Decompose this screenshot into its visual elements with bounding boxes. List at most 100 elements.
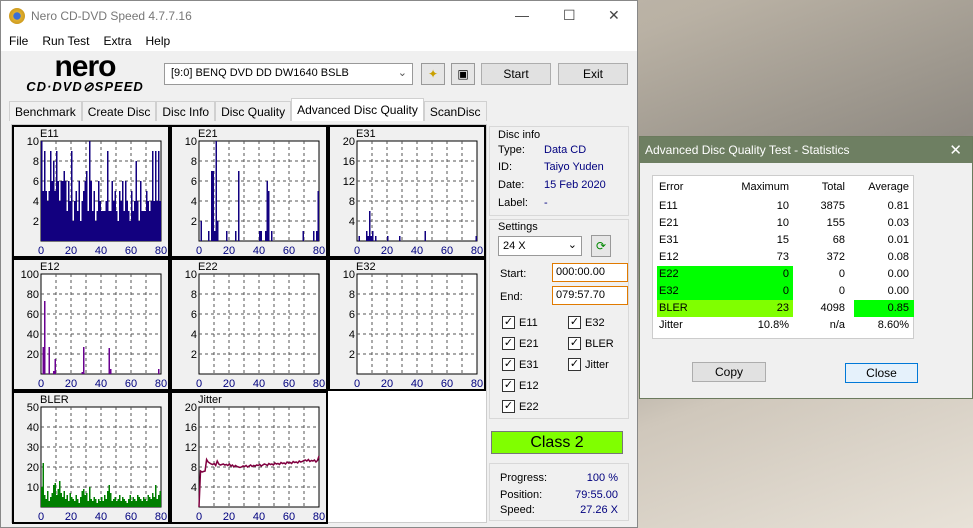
- tab-benchmark[interactable]: Benchmark: [9, 101, 82, 121]
- bar: [99, 201, 101, 241]
- start-field[interactable]: 000:00.00: [552, 263, 628, 282]
- checkbox-box: ✓: [568, 358, 581, 371]
- tab-create-disc[interactable]: Create Disc: [81, 101, 157, 121]
- bar: [93, 497, 95, 507]
- x-tick-label: 60: [441, 245, 453, 257]
- y-tick-label: 10: [185, 269, 197, 281]
- date-label: Date:: [498, 179, 525, 191]
- bar: [113, 499, 115, 507]
- bar: [217, 221, 219, 241]
- table-row: E31 15 68 0.01: [653, 232, 915, 249]
- bar: [108, 211, 110, 241]
- bar: [95, 221, 97, 241]
- bar: [86, 171, 88, 241]
- bar: [56, 495, 58, 507]
- close-dialog-button[interactable]: Close: [845, 363, 918, 383]
- table-cell: 73: [776, 251, 789, 263]
- y-tick-label: 60: [27, 309, 39, 321]
- position-value: 79:55.00: [575, 489, 618, 501]
- column-header: Error: [659, 181, 684, 193]
- bar: [159, 201, 161, 241]
- save-icon[interactable]: ▣: [451, 63, 475, 85]
- bar: [125, 501, 127, 507]
- start-button[interactable]: Start: [481, 63, 551, 85]
- bar: [86, 493, 88, 507]
- table-row: E11 10 3875 0.81: [653, 198, 915, 215]
- end-field[interactable]: 079:57.70: [552, 286, 628, 305]
- disc-info-panel: Disc info Type: Data CD ID: Taiyo Yuden …: [489, 126, 629, 216]
- y-tick-label: 2: [349, 349, 355, 361]
- bar: [266, 181, 268, 241]
- menu-run-test[interactable]: Run Test: [42, 34, 89, 48]
- menu-bar: File Run Test Extra Help: [1, 31, 637, 51]
- bar: [81, 372, 83, 374]
- bar: [45, 191, 47, 241]
- checkbox-e11[interactable]: ✓ E11: [502, 316, 538, 329]
- checkbox-e12[interactable]: ✓ E12: [502, 379, 539, 392]
- drive-config-icon[interactable]: ✦: [421, 63, 445, 85]
- label-label: Label:: [498, 197, 528, 209]
- checkbox-e31[interactable]: ✓ E31: [502, 358, 539, 371]
- x-tick-label: 0: [354, 378, 360, 390]
- bar: [369, 211, 371, 241]
- bar: [72, 499, 74, 507]
- start-label: Start:: [500, 268, 527, 280]
- bar: [235, 231, 237, 241]
- dialog-close-icon[interactable]: ✕: [949, 141, 962, 159]
- checkbox-e22[interactable]: ✓ E22: [502, 400, 539, 413]
- checkbox-box: ✓: [502, 316, 515, 329]
- maximize-button[interactable]: ☐: [563, 7, 576, 24]
- bar: [110, 211, 112, 241]
- drive-value: [9:0] BENQ DVD DD DW1640 BSLB: [171, 67, 349, 79]
- bar: [65, 499, 67, 507]
- bar: [44, 495, 46, 507]
- y-tick-label: 6: [349, 309, 355, 321]
- checkbox-e32[interactable]: ✓ E32: [568, 316, 605, 329]
- checkbox-bler[interactable]: ✓ BLER: [568, 337, 614, 350]
- table-row: E21 10 155 0.03: [653, 215, 915, 232]
- drive-select[interactable]: [9:0] BENQ DVD DD DW1640 BSLB ⌄: [164, 63, 413, 85]
- bar: [215, 141, 217, 241]
- bar: [147, 201, 149, 241]
- tab-scandisc[interactable]: ScanDisc: [423, 101, 487, 121]
- bar: [77, 499, 79, 507]
- tab-disc-info[interactable]: Disc Info: [156, 101, 216, 121]
- bar: [56, 151, 58, 241]
- bar: [135, 501, 137, 507]
- x-tick-label: 20: [223, 245, 235, 257]
- bar: [211, 171, 213, 241]
- close-button[interactable]: ✕: [608, 7, 620, 24]
- menu-help[interactable]: Help: [146, 34, 171, 48]
- y-tick-label: 6: [33, 176, 39, 188]
- bar: [57, 181, 59, 241]
- menu-extra[interactable]: Extra: [103, 34, 131, 48]
- exit-button[interactable]: Exit: [558, 63, 628, 85]
- speed-select[interactable]: 24 X ⌄: [498, 236, 582, 256]
- checkbox-jitter[interactable]: ✓ Jitter: [568, 358, 609, 371]
- bar: [265, 231, 267, 241]
- bar: [122, 181, 124, 241]
- y-tick-label: 10: [185, 136, 197, 148]
- bar: [268, 191, 270, 241]
- tab-disc-quality[interactable]: Disc Quality: [215, 101, 292, 121]
- bar: [120, 501, 122, 507]
- x-tick-label: 80: [313, 245, 325, 257]
- table-cell: 0: [838, 285, 845, 297]
- checkbox-box: ✓: [568, 316, 581, 329]
- progress-label: Progress:: [500, 472, 548, 484]
- y-tick-label: 12: [185, 442, 197, 454]
- y-tick-label: 8: [191, 462, 197, 474]
- tab-advanced-disc-quality[interactable]: Advanced Disc Quality: [291, 98, 424, 121]
- bar: [59, 201, 61, 241]
- y-tick-label: 8: [191, 289, 197, 301]
- table-cell: E22: [659, 268, 679, 280]
- bar: [200, 221, 202, 241]
- menu-file[interactable]: File: [9, 34, 28, 48]
- minimize-button[interactable]: —: [515, 7, 529, 23]
- table-row: E22 0 0 0.00: [653, 266, 915, 283]
- bar: [158, 151, 160, 241]
- refresh-icon[interactable]: ⟳: [591, 235, 611, 257]
- bar: [105, 201, 107, 241]
- checkbox-e21[interactable]: ✓ E21: [502, 337, 539, 350]
- copy-button[interactable]: Copy: [692, 362, 766, 382]
